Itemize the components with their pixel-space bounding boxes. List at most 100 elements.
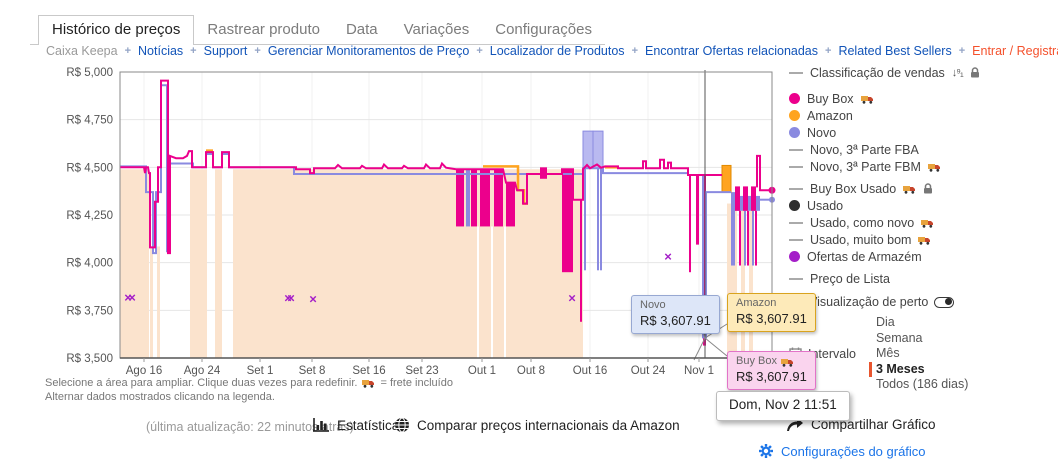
truck-icon	[781, 357, 794, 367]
tooltip-buybox-value: R$ 3,607.91	[736, 369, 807, 385]
statistics-label: Estatística	[337, 418, 399, 433]
x-axis-label: Set 1	[247, 365, 274, 377]
legend-item-label: Usado	[807, 199, 843, 213]
interval-option-todos-186-dias-[interactable]: Todos (186 dias)	[869, 377, 968, 393]
series-color-dot	[789, 110, 800, 121]
x-axis-label: Out 24	[631, 365, 666, 377]
truck-icon	[903, 184, 916, 194]
warehouse-deal-marker: ×	[568, 291, 576, 306]
chart-settings-button[interactable]: Configurações do gráfico	[758, 443, 926, 459]
tooltip-buybox-title: Buy Box	[736, 355, 777, 369]
legend-item-label: Novo	[807, 126, 836, 140]
legend-item-label: Amazon	[807, 109, 853, 123]
truck-icon	[918, 235, 931, 245]
legend-item-usado-muito-bom[interactable]: Usado, muito bom	[789, 231, 1055, 248]
chart-legend: Classificação de vendas ↓⁹₁ Buy Box Amazon N…	[789, 64, 1055, 393]
legend-item-label: Novo, 3ª Parte FBA	[810, 143, 919, 157]
truck-icon	[861, 94, 874, 104]
series-dash	[789, 166, 803, 168]
warehouse-deal-marker: ×	[128, 290, 136, 305]
legend-item-pre-o-de-lista[interactable]: Preço de Lista	[789, 270, 1055, 287]
legend-item-label: Usado, muito bom	[810, 233, 911, 247]
legend-item-buy-box[interactable]: Buy Box	[789, 90, 1055, 107]
statistics-icon	[312, 417, 330, 433]
y-axis-label: R$ 3,500	[66, 353, 113, 365]
series-color-dot	[789, 93, 800, 104]
legend-hint-text: Alternar dados mostrados clicando na leg…	[45, 391, 275, 403]
tooltip-novo: Novo R$ 3,607.91	[631, 295, 720, 334]
lock-icon	[970, 67, 980, 78]
legend-item-ofertas-de-armaz-m[interactable]: Ofertas de Armazém	[789, 248, 1055, 265]
lock-icon	[923, 183, 933, 194]
interval-option-3-meses[interactable]: 3 Meses	[869, 362, 968, 378]
x-axis-label: Nov 1	[684, 365, 714, 377]
x-axis-label: Set 16	[352, 365, 385, 377]
legend-item-label: Preço de Lista	[810, 272, 890, 286]
warehouse-deal-marker: ×	[664, 249, 672, 264]
gear-icon	[758, 443, 774, 459]
series-color-dot	[789, 127, 800, 138]
y-axis-label: R$ 4,750	[66, 115, 113, 127]
legend-item-novo[interactable]: Novo	[789, 124, 1055, 141]
freight-hint-text: = frete incluído	[380, 377, 452, 389]
interval-options: DiaSemanaMês3 MesesTodos (186 dias)	[869, 315, 968, 393]
series-color-dot	[789, 200, 800, 211]
series-dash	[789, 188, 803, 190]
legend-item-label: Buy Box Usado	[810, 182, 896, 196]
tooltip-novo-value: R$ 3,607.91	[640, 313, 711, 329]
x-axis-label: Ago 24	[184, 365, 221, 377]
legend-item-novo-3-parte-fba[interactable]: Novo, 3ª Parte FBA	[789, 141, 1055, 158]
legend-item-label: Usado, como novo	[810, 216, 914, 230]
legend-item-label: Classificação de vendas	[810, 66, 945, 80]
keepa-price-history-app: Histórico de preçosRastrear produtoDataV…	[0, 0, 1058, 465]
series-color-dot	[789, 251, 800, 262]
interval-option-dia[interactable]: Dia	[869, 315, 968, 331]
y-axis-label: R$ 5,000	[66, 67, 113, 79]
legend-item-label: Novo, 3ª Parte FBM	[810, 160, 921, 174]
interval-option-m-s[interactable]: Mês	[869, 346, 968, 362]
legend-item-buy-box-usado[interactable]: Buy Box Usado	[789, 180, 1055, 197]
truck-icon	[362, 378, 375, 388]
tooltip-buybox: Buy Box R$ 3,607.91	[727, 351, 816, 390]
warehouse-deal-marker: ×	[309, 291, 317, 306]
y-axis-label: R$ 3,750	[66, 305, 113, 317]
tooltip-amazon: Amazon R$ 3,607.91	[727, 293, 816, 332]
closeup-toggle[interactable]	[934, 297, 954, 308]
closeup-view-toggle-row[interactable]: Visualização de perto	[789, 295, 1055, 309]
statistics-button[interactable]: Estatística	[312, 417, 399, 433]
series-dash	[789, 278, 803, 280]
y-axis-label: R$ 4,000	[66, 258, 113, 270]
y-axis-label: R$ 4,250	[66, 210, 113, 222]
sort-desc-icon: ↓⁹₁	[952, 67, 963, 79]
truck-icon	[928, 162, 941, 172]
x-axis-label: Set 23	[405, 365, 438, 377]
x-axis-label: Set 8	[299, 365, 326, 377]
tooltip-amazon-value: R$ 3,607.91	[736, 311, 807, 327]
legend-item-usado-como-novo[interactable]: Usado, como novo	[789, 214, 1055, 231]
y-axis-label: R$ 4,500	[66, 162, 113, 174]
legend-item-label: Buy Box	[807, 92, 854, 106]
legend-item-label: Ofertas de Armazém	[807, 250, 922, 264]
series-dash	[789, 222, 803, 224]
tooltip-date: Dom, Nov 2 11:51	[716, 391, 850, 421]
tooltip-amazon-title: Amazon	[736, 297, 807, 311]
compare-international-button[interactable]: Comparar preços internacionais da Amazon	[394, 417, 680, 433]
legend-item-amazon[interactable]: Amazon	[789, 107, 1055, 124]
series-dash	[789, 72, 803, 74]
legend-item-classifica-o-de-vendas[interactable]: Classificação de vendas ↓⁹₁	[789, 64, 1055, 81]
legend-item-novo-3-parte-fbm[interactable]: Novo, 3ª Parte FBM	[789, 158, 1055, 175]
x-axis-label: Out 1	[468, 365, 496, 377]
legend-item-usado[interactable]: Usado	[789, 197, 1055, 214]
compare-international-label: Comparar preços internacionais da Amazon	[417, 418, 680, 433]
x-axis-label: Out 8	[517, 365, 545, 377]
interval-option-semana[interactable]: Semana	[869, 331, 968, 347]
truck-icon	[921, 218, 934, 228]
x-axis-label: Out 16	[573, 365, 608, 377]
tooltip-novo-title: Novo	[640, 299, 711, 313]
series-dash	[789, 149, 803, 151]
globe-icon	[394, 417, 410, 433]
chart-settings-label: Configurações do gráfico	[781, 444, 926, 459]
zoom-hint-text: Selecione a área para ampliar. Clique du…	[45, 377, 357, 389]
x-axis-label: Ago 16	[126, 365, 162, 377]
closeup-view-label: Visualização de perto	[809, 295, 928, 309]
